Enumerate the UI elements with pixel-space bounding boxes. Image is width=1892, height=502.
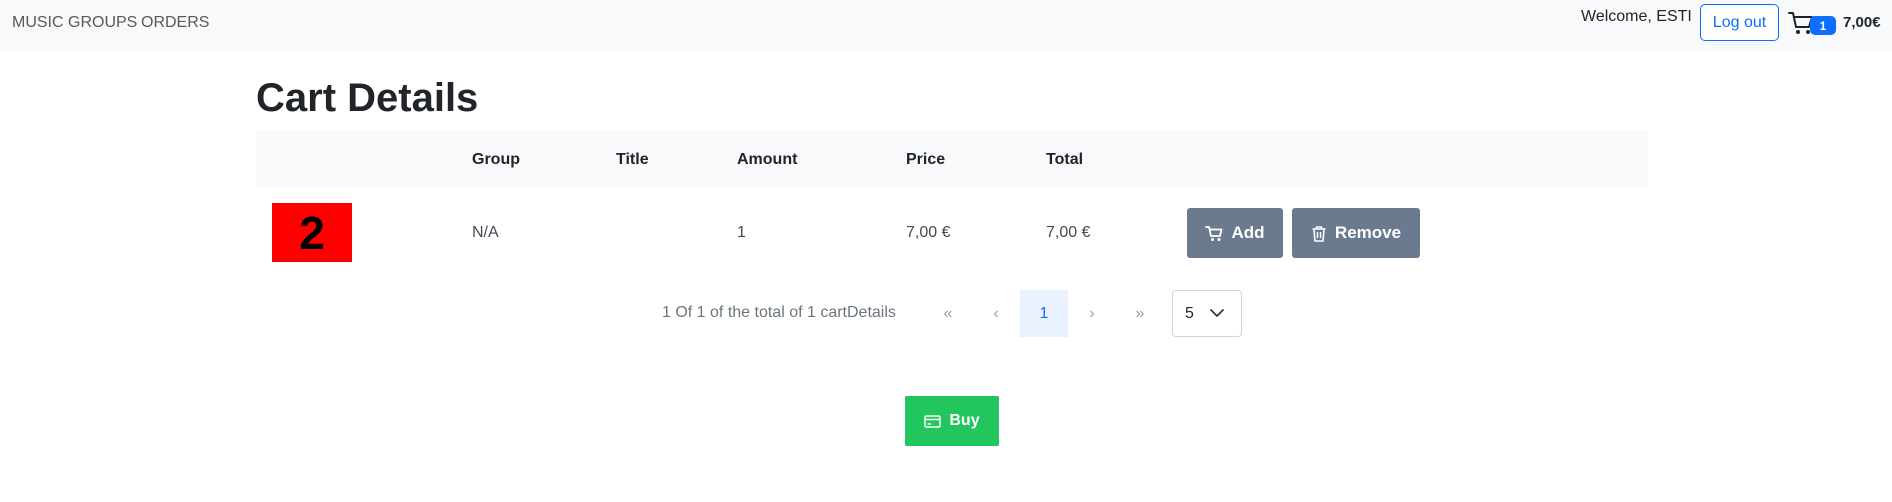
add-button-label: Add xyxy=(1231,223,1265,242)
add-button[interactable]: Add xyxy=(1187,208,1283,258)
cell-amount: 1 xyxy=(737,224,746,241)
last-page-button[interactable]: » xyxy=(1116,290,1164,337)
remove-button[interactable]: Remove xyxy=(1292,208,1420,258)
cart-count-badge: 1 xyxy=(1810,16,1836,35)
trash-icon xyxy=(1311,225,1327,242)
cell-price: 7,00 € xyxy=(906,224,951,241)
credit-card-icon xyxy=(924,414,942,428)
item-thumbnail: 2 xyxy=(272,203,352,262)
header-group: Group xyxy=(472,151,520,168)
nav-link-orders[interactable]: ORDERS xyxy=(141,14,209,32)
welcome-text: Welcome, ESTI xyxy=(1581,8,1692,25)
cart-add-icon xyxy=(1205,225,1223,242)
buy-button-label: Buy xyxy=(949,412,980,429)
prev-page-button[interactable]: ‹ xyxy=(972,290,1020,337)
page-title: Cart Details xyxy=(256,76,479,120)
chevron-down-icon xyxy=(1210,309,1224,318)
header-total: Total xyxy=(1046,151,1084,168)
header-price: Price xyxy=(906,151,946,168)
remove-button-label: Remove xyxy=(1334,223,1402,242)
pagination-summary: 1 Of 1 of the total of 1 cartDetails xyxy=(662,304,896,321)
page-1-button[interactable]: 1 xyxy=(1020,290,1068,337)
next-page-button[interactable]: › xyxy=(1068,290,1116,337)
first-page-button[interactable]: « xyxy=(924,290,972,337)
logout-button[interactable]: Log out xyxy=(1700,4,1779,41)
cell-total: 7,00 € xyxy=(1046,224,1091,241)
table-header: Group Title Amount Price Total xyxy=(256,130,1648,187)
header-amount: Amount xyxy=(737,151,798,168)
page-size-value: 5 xyxy=(1185,304,1194,322)
cell-group: N/A xyxy=(472,224,499,241)
buy-button[interactable]: Buy xyxy=(905,396,999,446)
nav-link-music-groups[interactable]: MUSIC GROUPS xyxy=(12,14,137,32)
page-size-select[interactable]: 5 xyxy=(1172,290,1242,337)
navbar: MUSIC GROUPS ORDERS Welcome, ESTI Log ou… xyxy=(0,0,1892,51)
cart-total: 7,00€ xyxy=(1843,14,1881,31)
header-title: Title xyxy=(616,151,649,168)
